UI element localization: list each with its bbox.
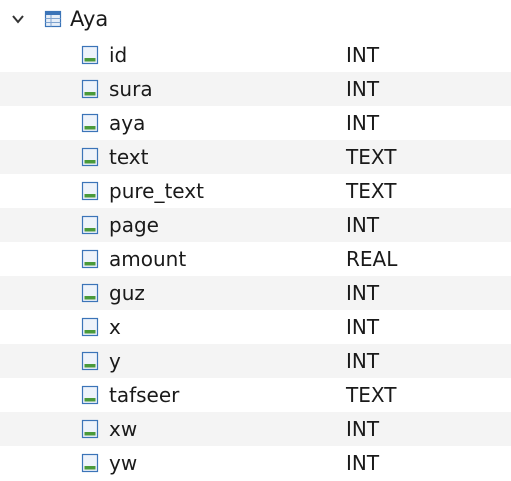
column-icon: [81, 45, 99, 65]
column-icon: [81, 147, 99, 167]
column-type: INT: [346, 281, 380, 305]
column-icon: [81, 113, 99, 133]
column-name: sura: [109, 77, 153, 101]
column-row[interactable]: x INT: [0, 310, 511, 344]
column-type: INT: [346, 43, 380, 67]
column-row[interactable]: page INT: [0, 208, 511, 242]
column-icon: [81, 79, 99, 99]
column-name: id: [109, 43, 128, 67]
column-row[interactable]: yw INT: [0, 446, 511, 480]
schema-tree: Aya id INT sura INT aya INT text TEXT pure_text T…: [0, 0, 511, 481]
column-type: INT: [346, 213, 380, 237]
column-name: xw: [109, 417, 138, 441]
table-name-label: Aya: [70, 7, 109, 31]
column-row[interactable]: y INT: [0, 344, 511, 378]
column-type: INT: [346, 417, 380, 441]
column-type: REAL: [346, 247, 398, 271]
column-type: INT: [346, 77, 380, 101]
chevron-down-icon[interactable]: [10, 11, 26, 27]
column-row[interactable]: sura INT: [0, 72, 511, 106]
column-row[interactable]: text TEXT: [0, 140, 511, 174]
column-name: x: [109, 315, 121, 339]
column-icon: [81, 419, 99, 439]
column-name: page: [109, 213, 159, 237]
column-row[interactable]: pure_text TEXT: [0, 174, 511, 208]
column-name: text: [109, 145, 149, 169]
column-icon: [81, 317, 99, 337]
column-type: INT: [346, 349, 380, 373]
column-row[interactable]: id INT: [0, 38, 511, 72]
column-icon: [81, 385, 99, 405]
column-type: INT: [346, 315, 380, 339]
column-icon: [81, 283, 99, 303]
column-icon: [81, 249, 99, 269]
column-type: TEXT: [346, 383, 397, 407]
table-icon: [44, 10, 62, 28]
column-type: TEXT: [346, 145, 397, 169]
column-icon: [81, 215, 99, 235]
column-icon: [81, 351, 99, 371]
column-icon: [81, 181, 99, 201]
column-name: tafseer: [109, 383, 180, 407]
column-name: yw: [109, 451, 138, 475]
column-row[interactable]: aya INT: [0, 106, 511, 140]
column-type: INT: [346, 111, 380, 135]
column-row[interactable]: amount REAL: [0, 242, 511, 276]
column-type: INT: [346, 451, 380, 475]
column-name: aya: [109, 111, 146, 135]
column-name: guz: [109, 281, 145, 305]
column-row[interactable]: xw INT: [0, 412, 511, 446]
column-row[interactable]: guz INT: [0, 276, 511, 310]
tree-node-table-aya[interactable]: Aya: [0, 0, 511, 38]
column-name: y: [109, 349, 121, 373]
column-type: TEXT: [346, 179, 397, 203]
column-name: pure_text: [109, 179, 204, 203]
column-row[interactable]: tafseer TEXT: [0, 378, 511, 412]
column-name: amount: [109, 247, 187, 271]
column-icon: [81, 453, 99, 473]
